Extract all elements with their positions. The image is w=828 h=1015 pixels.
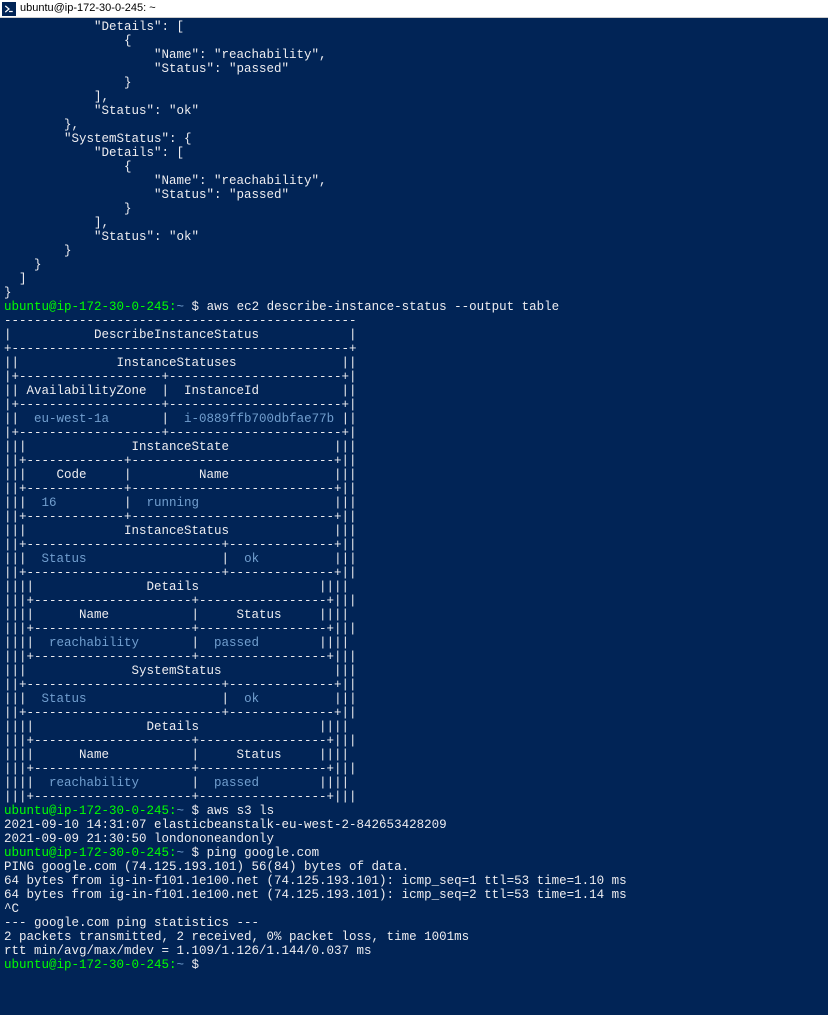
table-row: ||| Code | Name ||| [4, 468, 824, 482]
table-row: ||| Status | ok ||| [4, 552, 824, 566]
json-output-line: ] [4, 272, 824, 286]
json-output-line: } [4, 286, 824, 300]
json-output-line: "Status": "ok" [4, 104, 824, 118]
table-row: ||+--------------------------+----------… [4, 566, 824, 580]
ping-output-line: --- google.com ping statistics --- [4, 916, 824, 930]
table-row: |||| reachability | passed |||| [4, 776, 824, 790]
json-output-line: "Details": [ [4, 146, 824, 160]
table-row: || AvailabilityZone | InstanceId || [4, 384, 824, 398]
table-row: |||| Details |||| [4, 720, 824, 734]
json-output-line: "Status": "ok" [4, 230, 824, 244]
table-row: ||| 16 | running ||| [4, 496, 824, 510]
ping-output-line: ^C [4, 902, 824, 916]
terminal-area[interactable]: "Details": [ { "Name": "reachability", "… [0, 18, 828, 974]
table-row: || InstanceStatuses || [4, 356, 824, 370]
table-row: ||+--------------------------+----------… [4, 678, 824, 692]
table-row: |||| Name | Status |||| [4, 748, 824, 762]
window-title: ubuntu@ip-172-30-0-245: ~ [20, 2, 156, 14]
ping-output-line: PING google.com (74.125.193.101) 56(84) … [4, 860, 824, 874]
json-output-line: "Details": [ [4, 20, 824, 34]
table-row: |||+---------------------+--------------… [4, 790, 824, 804]
table-row: ||| InstanceState ||| [4, 440, 824, 454]
s3-output-line: 2021-09-09 21:30:50 londononeandonly [4, 832, 824, 846]
ping-output-line: 2 packets transmitted, 2 received, 0% pa… [4, 930, 824, 944]
ping-output-line: 64 bytes from ig-in-f101.1e100.net (74.1… [4, 888, 824, 902]
table-row: |||| reachability | passed |||| [4, 636, 824, 650]
table-row: | DescribeInstanceStatus | [4, 328, 824, 342]
table-row: ||+--------------------------+----------… [4, 538, 824, 552]
json-output-line: } [4, 76, 824, 90]
table-row: |||+---------------------+--------------… [4, 594, 824, 608]
window-titlebar[interactable]: ubuntu@ip-172-30-0-245: ~ [0, 0, 828, 18]
table-row: +---------------------------------------… [4, 342, 824, 356]
prompt-line: ubuntu@ip-172-30-0-245:~ $ ping google.c… [4, 846, 824, 860]
prompt-line: ubuntu@ip-172-30-0-245:~ $ aws ec2 descr… [4, 300, 824, 314]
table-row: |||+---------------------+--------------… [4, 622, 824, 636]
json-output-line: "Status": "passed" [4, 188, 824, 202]
table-row: ||+-------------+-----------------------… [4, 482, 824, 496]
s3-output-line: 2021-09-10 14:31:07 elasticbeanstalk-eu-… [4, 818, 824, 832]
table-row: ----------------------------------------… [4, 314, 824, 328]
json-output-line: ], [4, 216, 824, 230]
table-row: || eu-west-1a | i-0889ffb700dbfae77b || [4, 412, 824, 426]
json-output-line: "Name": "reachability", [4, 174, 824, 188]
table-row: ||+--------------------------+----------… [4, 706, 824, 720]
json-output-line: { [4, 160, 824, 174]
json-output-line: }, [4, 118, 824, 132]
powershell-icon [2, 2, 16, 16]
json-output-line: ], [4, 90, 824, 104]
prompt-line: ubuntu@ip-172-30-0-245:~ $ aws s3 ls [4, 804, 824, 818]
json-output-line: } [4, 258, 824, 272]
table-row: |||| Name | Status |||| [4, 608, 824, 622]
table-row: ||| InstanceStatus ||| [4, 524, 824, 538]
json-output-line: "Status": "passed" [4, 62, 824, 76]
table-row: ||| Status | ok ||| [4, 692, 824, 706]
table-row: |+-------------------+------------------… [4, 370, 824, 384]
json-output-line: { [4, 34, 824, 48]
json-output-line: "SystemStatus": { [4, 132, 824, 146]
table-row: |||| Details |||| [4, 580, 824, 594]
prompt-line: ubuntu@ip-172-30-0-245:~ $ [4, 958, 824, 972]
ping-output-line: rtt min/avg/max/mdev = 1.109/1.126/1.144… [4, 944, 824, 958]
table-row: ||+-------------+-----------------------… [4, 454, 824, 468]
json-output-line: } [4, 244, 824, 258]
json-output-line: } [4, 202, 824, 216]
table-row: |||+---------------------+--------------… [4, 734, 824, 748]
table-row: ||| SystemStatus ||| [4, 664, 824, 678]
json-output-line: "Name": "reachability", [4, 48, 824, 62]
table-row: |+-------------------+------------------… [4, 426, 824, 440]
table-row: |||+---------------------+--------------… [4, 650, 824, 664]
table-row: ||+-------------+-----------------------… [4, 510, 824, 524]
table-row: |+-------------------+------------------… [4, 398, 824, 412]
table-row: |||+---------------------+--------------… [4, 762, 824, 776]
ping-output-line: 64 bytes from ig-in-f101.1e100.net (74.1… [4, 874, 824, 888]
